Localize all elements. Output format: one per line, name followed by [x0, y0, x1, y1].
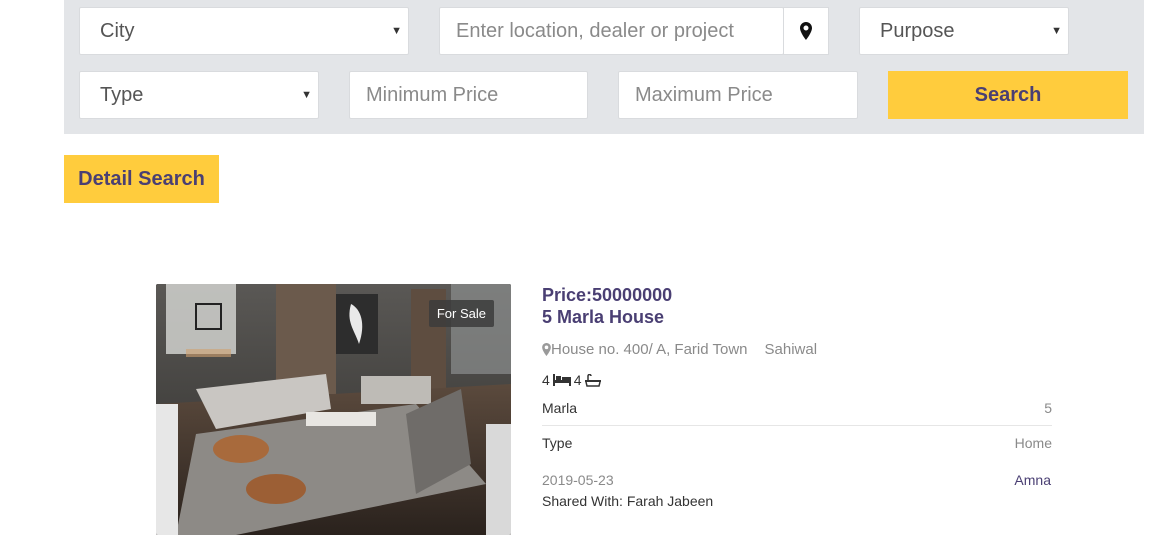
- baths-count: 4: [573, 372, 582, 388]
- purpose-select-label: Purpose: [880, 19, 955, 42]
- type-select[interactable]: Type ▼: [79, 71, 319, 119]
- bath-icon: [584, 373, 601, 387]
- listing-address: House no. 400/ A, Farid Town Sahiwal: [542, 341, 817, 358]
- listing-image[interactable]: For Sale: [156, 284, 511, 535]
- type-select-label: Type: [100, 83, 144, 106]
- chevron-down-icon: ▼: [301, 89, 312, 101]
- beds-count: 4: [542, 372, 550, 388]
- listing-amenities: 4 4: [542, 372, 601, 388]
- min-price-input[interactable]: [349, 71, 588, 119]
- shared-with: Shared With: Farah Jabeen: [542, 493, 714, 509]
- purpose-select[interactable]: Purpose ▼: [859, 7, 1069, 55]
- map-pin-icon: [800, 22, 812, 40]
- detail-search-button[interactable]: Detail Search: [64, 155, 219, 203]
- bed-icon: [552, 374, 571, 386]
- listing-price: Price:50000000: [542, 285, 673, 305]
- area-label: Marla: [542, 400, 578, 416]
- type-value: Home: [1014, 435, 1052, 451]
- city-select[interactable]: City ▼: [79, 7, 409, 55]
- listing-date: 2019-05-23: [542, 472, 614, 488]
- divider: [542, 425, 1052, 426]
- search-button[interactable]: Search: [888, 71, 1128, 119]
- chevron-down-icon: ▼: [391, 25, 402, 37]
- area-value: 5: [1044, 400, 1052, 416]
- city-select-label: City: [100, 19, 135, 42]
- search-panel: City ▼ Purpose ▼ Type ▼ Search: [64, 0, 1144, 134]
- for-sale-badge: For Sale: [428, 300, 494, 327]
- location-input[interactable]: [439, 7, 784, 55]
- agent-link[interactable]: Amna: [1014, 472, 1051, 488]
- location-pin-button[interactable]: [783, 7, 829, 55]
- area-row: Marla 5: [542, 400, 1052, 416]
- chevron-down-icon: ▼: [1051, 25, 1062, 37]
- max-price-input[interactable]: [618, 71, 858, 119]
- type-label: Type: [542, 435, 573, 451]
- map-pin-icon: [542, 343, 551, 356]
- type-row: Type Home: [542, 435, 1052, 451]
- city-text: Sahiwal: [764, 341, 818, 358]
- listing-title[interactable]: 5 Marla House: [542, 307, 664, 328]
- address-text: House no. 400/ A, Farid Town: [551, 341, 748, 358]
